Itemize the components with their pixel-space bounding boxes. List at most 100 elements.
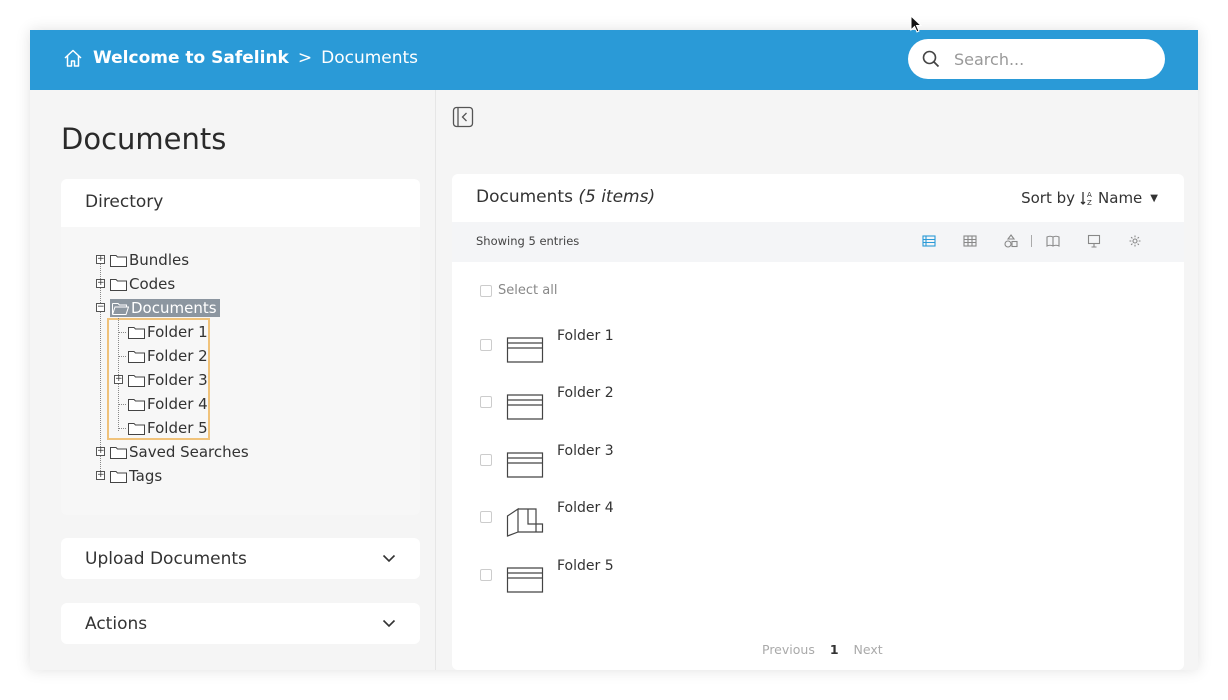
list-view-icon[interactable] (922, 234, 936, 248)
app-window: Welcome to Safelink > Documents Document… (30, 30, 1198, 670)
folder-icon (128, 326, 145, 339)
tree-item-saved-searches[interactable]: + Saved Searches (96, 441, 249, 463)
folder-icon (128, 374, 145, 387)
actions-title: Actions (85, 613, 148, 634)
caret-down-icon: ▼ (1150, 192, 1158, 204)
sort-prefix: Sort by (1021, 189, 1076, 207)
tree-item-label: Folder 4 (147, 395, 208, 413)
home-icon[interactable] (62, 47, 84, 69)
sort-value: Name (1098, 189, 1143, 207)
tree-item-bundles[interactable]: + Bundles (96, 249, 189, 271)
tree-item-folder-2[interactable]: Folder 2 (128, 345, 208, 367)
sort-az-icon: AZ (1080, 191, 1092, 206)
folder-icon (128, 398, 145, 411)
tree-item-folder-3[interactable]: + Folder 3 (114, 369, 208, 391)
tree-connector (118, 356, 126, 357)
folder-icon (110, 446, 127, 459)
item-name[interactable]: Folder 2 (557, 385, 614, 401)
folder-icon (506, 337, 544, 363)
item-checkbox[interactable] (480, 569, 492, 581)
tree-item-label: Documents (131, 299, 217, 317)
breadcrumb-current[interactable]: Documents (321, 48, 418, 68)
expand-icon[interactable]: + (96, 471, 105, 480)
tree-item-folder-5[interactable]: Folder 5 (128, 417, 208, 439)
directory-panel: Directory + Bundles + Codes − Documents … (61, 179, 420, 515)
folder-icon (110, 278, 127, 291)
folder-icon (110, 254, 127, 267)
next-page-link[interactable]: Next (854, 642, 883, 657)
tree-connector (118, 428, 126, 429)
upload-documents-title: Upload Documents (85, 548, 247, 569)
tree-item-label: Tags (129, 467, 163, 485)
tree-item-folder-4[interactable]: Folder 4 (128, 393, 208, 415)
previous-page-link[interactable]: Previous (762, 642, 815, 657)
tree-guide-line (118, 311, 119, 431)
folder-icon (110, 470, 127, 483)
select-all[interactable]: Select all (480, 283, 557, 298)
tree-item-documents[interactable]: − Documents (96, 297, 220, 319)
open-folder-icon (112, 302, 129, 315)
item-checkbox[interactable] (480, 511, 492, 523)
expand-icon[interactable]: + (96, 279, 105, 288)
select-all-label: Select all (498, 283, 558, 298)
select-all-checkbox[interactable] (480, 284, 492, 297)
tree-item-label: Folder 1 (147, 323, 208, 341)
item-count: (5 items) (578, 187, 656, 207)
folder-icon (128, 422, 145, 435)
tree-item-selected: Documents (110, 299, 220, 317)
tree-item-folder-1[interactable]: Folder 1 (128, 321, 208, 343)
presentation-view-icon[interactable] (1087, 234, 1101, 248)
tree-item-tags[interactable]: + Tags (96, 465, 162, 487)
item-checkbox[interactable] (480, 396, 492, 408)
toolbar-separator (1031, 235, 1032, 247)
settings-icon[interactable] (1128, 234, 1142, 248)
upload-documents-accordion[interactable]: Upload Documents (61, 538, 420, 579)
search-input[interactable] (954, 49, 1134, 69)
item-name[interactable]: Folder 5 (557, 558, 614, 574)
svg-text:Z: Z (1087, 199, 1092, 206)
collapse-icon[interactable]: − (96, 303, 105, 312)
search-box[interactable] (908, 39, 1165, 79)
shapes-view-icon[interactable] (1004, 234, 1018, 248)
search-icon (922, 50, 940, 68)
breadcrumb: Welcome to Safelink > Documents (62, 47, 418, 69)
tree-item-label: Bundles (129, 251, 190, 269)
view-switcher (922, 234, 1169, 248)
item-name[interactable]: Folder 1 (557, 328, 614, 344)
pane-divider (435, 90, 436, 670)
current-page[interactable]: 1 (830, 642, 839, 657)
pagination: Previous 1 Next (762, 642, 898, 657)
chevron-down-icon[interactable] (382, 619, 396, 628)
item-name[interactable]: Folder 4 (557, 500, 614, 516)
book-view-icon[interactable] (1046, 234, 1060, 248)
expand-icon[interactable]: + (96, 447, 105, 456)
tree-item-codes[interactable]: + Codes (96, 273, 175, 295)
mouse-cursor-icon (910, 15, 922, 33)
page-title: Documents (61, 122, 227, 156)
tree-item-label: Folder 3 (147, 371, 208, 389)
sort-dropdown[interactable]: Sort by AZ Name ▼ (1021, 189, 1158, 207)
tree-item-label: Codes (129, 275, 176, 293)
svg-text:A: A (1087, 191, 1092, 199)
breadcrumb-home-link[interactable]: Welcome to Safelink (93, 48, 289, 68)
open-folder-icon (506, 507, 544, 537)
item-checkbox[interactable] (480, 339, 492, 351)
breadcrumb-separator: > (297, 48, 313, 68)
grid-view-icon[interactable] (963, 234, 977, 248)
item-checkbox[interactable] (480, 454, 492, 466)
tree-item-label: Folder 5 (147, 419, 208, 437)
tree-connector (118, 404, 126, 405)
expand-icon[interactable]: + (114, 375, 123, 384)
actions-accordion[interactable]: Actions (61, 603, 420, 644)
tree-connector (118, 332, 126, 333)
directory-title: Directory (61, 179, 420, 227)
expand-icon[interactable]: + (96, 255, 105, 264)
item-name[interactable]: Folder 3 (557, 443, 614, 459)
list-title-text: Documents (476, 187, 573, 207)
tree-item-label: Folder 2 (147, 347, 208, 365)
folder-icon (506, 452, 544, 478)
list-toolbar: Showing 5 entries (452, 222, 1184, 262)
collapse-sidebar-icon[interactable] (452, 106, 474, 128)
entries-count: Showing 5 entries (476, 234, 580, 248)
chevron-down-icon[interactable] (382, 554, 396, 563)
